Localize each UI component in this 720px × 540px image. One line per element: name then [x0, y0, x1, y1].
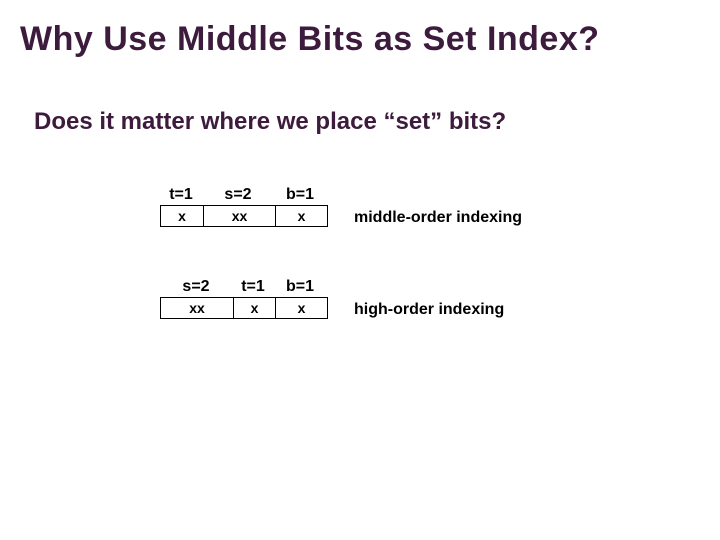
field-cell: x: [275, 206, 327, 226]
field-label: b=1: [274, 186, 326, 204]
field-label: s=2: [160, 278, 232, 296]
field-cell: x: [275, 298, 327, 318]
bitfield-row-middle-order: t=1 s=2 b=1 x xx x: [160, 186, 328, 227]
bitfield-box: x xx x: [160, 205, 328, 227]
field-label: t=1: [232, 278, 274, 296]
slide-subtitle: Does it matter where we place “set” bits…: [34, 108, 506, 136]
field-cell: x: [233, 298, 275, 318]
bitfield-labels: t=1 s=2 b=1: [160, 186, 328, 204]
field-label: t=1: [160, 186, 202, 204]
field-cell: xx: [161, 298, 233, 318]
field-cell: x: [161, 206, 203, 226]
bitfield-labels: s=2 t=1 b=1: [160, 278, 328, 296]
slide: Why Use Middle Bits as Set Index? Does i…: [0, 0, 720, 540]
bitfield-box: xx x x: [160, 297, 328, 319]
bitfield-row-high-order: s=2 t=1 b=1 xx x x: [160, 278, 328, 319]
row-caption: high-order indexing: [354, 301, 504, 319]
row-caption: middle-order indexing: [354, 209, 522, 227]
field-label: b=1: [274, 278, 326, 296]
field-label: s=2: [202, 186, 274, 204]
field-cell: xx: [203, 206, 275, 226]
slide-title: Why Use Middle Bits as Set Index?: [20, 20, 700, 59]
